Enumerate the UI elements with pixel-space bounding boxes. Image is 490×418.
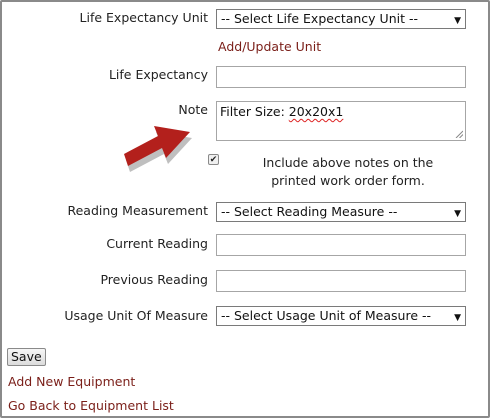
add-new-equipment-link[interactable]: Add New Equipment (8, 374, 135, 389)
resize-handle-icon[interactable] (455, 130, 463, 138)
life-expectancy-input[interactable] (216, 66, 466, 88)
include-notes-line1: Include above notes on the (262, 155, 434, 170)
add-update-unit-link[interactable]: Add/Update Unit (218, 39, 321, 54)
current-reading-label: Current Reading (106, 236, 208, 251)
chevron-down-icon: ▼ (454, 16, 461, 26)
go-back-link[interactable]: Go Back to Equipment List (8, 398, 174, 413)
chevron-down-icon: ▼ (454, 313, 461, 323)
note-text-prefix: Filter Size: (220, 104, 289, 119)
note-text: Filter Size: 20x20x1 (220, 104, 343, 119)
previous-reading-input[interactable] (216, 270, 466, 292)
include-notes-checkbox[interactable]: ✔ (208, 154, 219, 165)
save-button[interactable]: Save (7, 348, 46, 366)
life-expectancy-unit-selected: -- Select Life Expectancy Unit -- (221, 11, 418, 26)
note-label: Note (178, 102, 208, 117)
usage-unit-label: Usage Unit Of Measure (64, 308, 208, 323)
reading-measurement-select[interactable]: -- Select Reading Measure -- ▼ (216, 202, 466, 222)
chevron-down-icon: ▼ (454, 209, 461, 219)
reading-measurement-label: Reading Measurement (67, 203, 208, 218)
previous-reading-label: Previous Reading (100, 272, 208, 287)
arrow-pointer-icon (124, 126, 192, 172)
usage-unit-select[interactable]: -- Select Usage Unit of Measure -- ▼ (216, 306, 466, 326)
current-reading-input[interactable] (216, 234, 466, 256)
note-text-misspelled: 20x20x1 (288, 104, 344, 119)
checkmark-icon: ✔ (209, 155, 218, 165)
life-expectancy-unit-select[interactable]: -- Select Life Expectancy Unit -- ▼ (216, 9, 466, 29)
life-expectancy-unit-label: Life Expectancy Unit (79, 10, 208, 25)
note-textarea[interactable]: Filter Size: 20x20x1 (216, 101, 466, 141)
usage-unit-selected: -- Select Usage Unit of Measure -- (221, 308, 432, 323)
life-expectancy-label: Life Expectancy (108, 67, 208, 82)
reading-measurement-selected: -- Select Reading Measure -- (221, 204, 398, 219)
include-notes-label: Include above notes on the printed work … (258, 154, 438, 190)
include-notes-line2: printed work order form. (271, 173, 425, 188)
